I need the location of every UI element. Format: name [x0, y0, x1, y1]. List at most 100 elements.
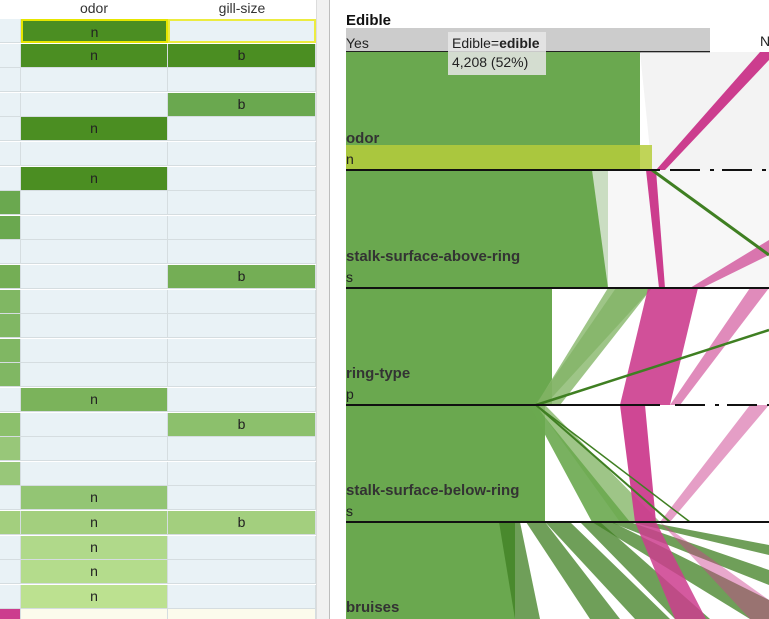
panel-splitter[interactable] — [316, 0, 330, 619]
table-cell-gill-size[interactable] — [168, 191, 316, 216]
table-cell-gill-size[interactable] — [168, 584, 316, 609]
table-cell-edible[interactable] — [0, 461, 21, 486]
table-cell-edible[interactable] — [0, 68, 21, 93]
table-cell-odor[interactable] — [21, 437, 168, 462]
table-cell-odor[interactable]: n — [21, 117, 168, 142]
table-cell-gill-size[interactable] — [168, 142, 316, 166]
table-cell-odor[interactable]: n — [21, 43, 168, 68]
table-cell-odor[interactable] — [21, 412, 168, 437]
table-cell-edible[interactable] — [0, 43, 21, 68]
category-label-odor[interactable]: n — [346, 151, 354, 167]
table-cell-odor[interactable] — [21, 191, 168, 216]
table-cell-edible[interactable] — [0, 511, 21, 535]
table-cell-odor[interactable] — [21, 289, 168, 314]
dimension-title-stalk-surface-above-ring[interactable]: stalk-surface-above-ring — [346, 248, 520, 265]
table-cell-edible[interactable] — [0, 560, 21, 585]
table-cell-gill-size[interactable] — [168, 166, 316, 191]
table-cell-edible[interactable] — [0, 437, 21, 462]
table-cell-gill-size[interactable] — [168, 486, 316, 511]
table-cell-odor[interactable]: n — [21, 166, 168, 191]
poisonous-ribbon — [660, 405, 769, 522]
table-cell-odor[interactable] — [21, 68, 168, 93]
column-header-odor[interactable]: odor — [20, 0, 168, 18]
table-cell-odor[interactable]: n — [21, 486, 168, 511]
table-cell-edible[interactable] — [0, 92, 21, 117]
table-cell-odor[interactable]: n — [21, 584, 168, 609]
table-cell-gill-size[interactable] — [168, 437, 316, 462]
table-cell-gill-size[interactable] — [168, 19, 316, 43]
table-cell-gill-size[interactable] — [168, 215, 316, 240]
table-cell-gill-size[interactable] — [168, 363, 316, 388]
table-cell-edible[interactable] — [0, 117, 21, 142]
dimension-title-odor[interactable]: odor — [346, 130, 379, 147]
table-cell-odor[interactable]: n — [21, 560, 168, 585]
table-cell-edible[interactable] — [0, 388, 21, 412]
edible-ribbon-block — [346, 405, 545, 522]
table-cell-odor[interactable] — [21, 142, 168, 166]
table-cell-edible[interactable] — [0, 609, 21, 619]
table-cell-odor[interactable]: n — [21, 19, 168, 43]
table-cell-edible[interactable] — [0, 314, 21, 339]
table-cell-gill-size[interactable]: b — [168, 511, 316, 535]
table-cell-edible[interactable] — [0, 265, 21, 289]
table-cell-edible[interactable] — [0, 191, 21, 216]
column-header-gill-size[interactable]: gill-size — [168, 0, 316, 18]
table-cell-gill-size[interactable] — [168, 240, 316, 265]
category-label-stalk-surface-above-ring[interactable]: s — [346, 269, 353, 285]
table-cell-gill-size[interactable] — [168, 68, 316, 93]
table-cell-edible[interactable] — [0, 535, 21, 560]
dimension-title-bruises[interactable]: bruises — [346, 599, 399, 616]
table-cell-gill-size[interactable]: b — [168, 412, 316, 437]
table-cell-odor[interactable]: n — [21, 535, 168, 560]
parallel-sets-ribbons — [346, 28, 769, 619]
table-cell-edible[interactable] — [0, 240, 21, 265]
table-cell-gill-size[interactable] — [168, 289, 316, 314]
table-cell-gill-size[interactable]: b — [168, 43, 316, 68]
table-cell-gill-size[interactable] — [168, 609, 316, 619]
table-cell-gill-size[interactable] — [168, 388, 316, 412]
tooltip: Edible=edible 4,208 (52%) — [448, 32, 546, 75]
table-cell-odor[interactable]: n — [21, 511, 168, 535]
table-cell-edible[interactable] — [0, 584, 21, 609]
table-cell-edible[interactable] — [0, 486, 21, 511]
table-cell-gill-size[interactable] — [168, 338, 316, 363]
table-cell-edible[interactable] — [0, 289, 21, 314]
table-cell-edible[interactable] — [0, 412, 21, 437]
table-cell-gill-size[interactable]: b — [168, 265, 316, 289]
dimension-title-edible: Edible — [346, 12, 392, 29]
table-cell-odor[interactable] — [21, 461, 168, 486]
table-cell-gill-size[interactable] — [168, 117, 316, 142]
table-cell-odor[interactable] — [21, 215, 168, 240]
table-cell-odor[interactable] — [21, 265, 168, 289]
parallel-sets-view: Edible Yes N odor n stalk-surface-above-ri… — [330, 0, 769, 619]
table-cell-edible[interactable] — [0, 142, 21, 166]
table-cell-odor[interactable] — [21, 609, 168, 619]
table-cell-odor[interactable] — [21, 92, 168, 117]
table-cell-gill-size[interactable] — [168, 560, 316, 585]
category-label-stalk-surface-below-ring[interactable]: s — [346, 503, 353, 519]
category-label-ring-type[interactable]: p — [346, 386, 354, 402]
table-cell-odor[interactable] — [21, 338, 168, 363]
table-cell-gill-size[interactable] — [168, 314, 316, 339]
table-cell-edible[interactable] — [0, 166, 21, 191]
tooltip-count: 4,208 (52%) — [452, 54, 529, 70]
table-cell-odor[interactable] — [21, 240, 168, 265]
edible-ribbon-block — [346, 170, 608, 288]
tooltip-prefix: Edible= — [452, 35, 500, 51]
table-cell-edible[interactable] — [0, 338, 21, 363]
tooltip-value: edible — [499, 35, 540, 51]
table-cell-odor[interactable]: n — [21, 388, 168, 412]
table-cell-gill-size[interactable]: b — [168, 92, 316, 117]
table-cell-gill-size[interactable] — [168, 535, 316, 560]
table-cell-edible[interactable] — [0, 19, 21, 43]
dimension-title-stalk-surface-below-ring[interactable]: stalk-surface-below-ring — [346, 482, 519, 499]
table-cell-edible[interactable] — [0, 215, 21, 240]
dimension-title-ring-type[interactable]: ring-type — [346, 365, 410, 382]
category-label-yes[interactable]: Yes — [346, 35, 369, 51]
table-cell-edible[interactable] — [0, 363, 21, 388]
category-label-no[interactable]: N — [760, 33, 769, 49]
background-ribbon — [592, 170, 769, 288]
table-cell-gill-size[interactable] — [168, 461, 316, 486]
table-cell-odor[interactable] — [21, 363, 168, 388]
table-cell-odor[interactable] — [21, 314, 168, 339]
